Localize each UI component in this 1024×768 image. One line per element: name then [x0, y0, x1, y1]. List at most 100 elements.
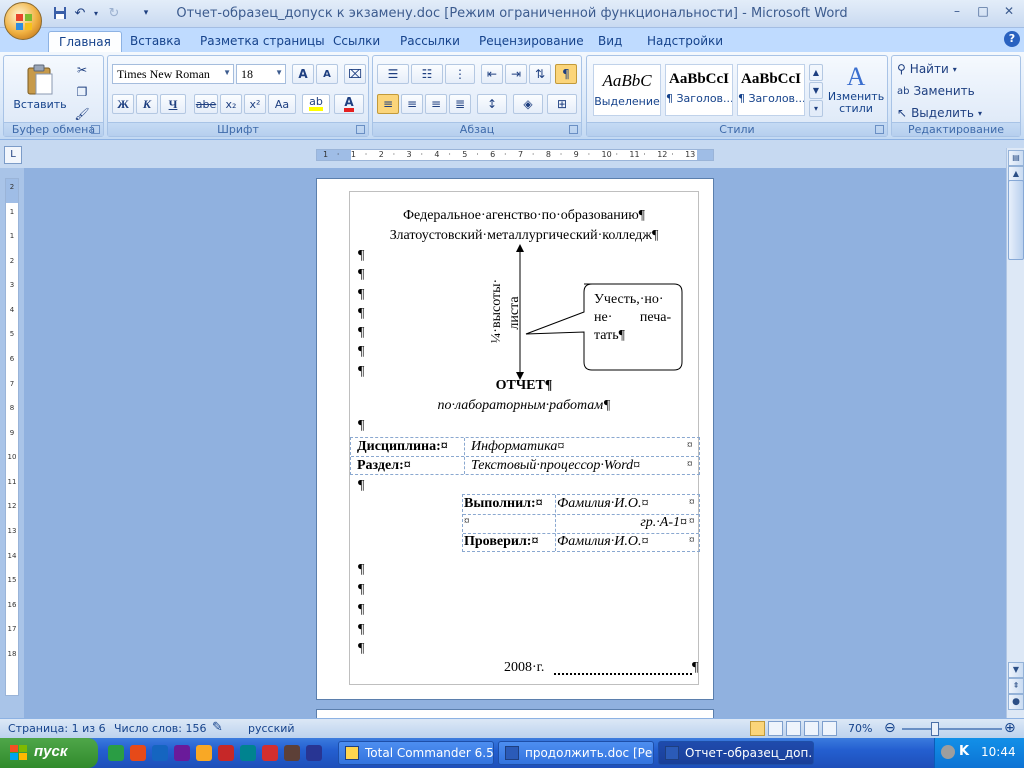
font-color-button[interactable]: A [334, 94, 364, 114]
highlight-color-button[interactable]: ab [302, 94, 330, 114]
clipboard-launcher-icon[interactable] [91, 125, 100, 134]
change-styles-button[interactable]: A Изменить стили [827, 58, 885, 120]
vertical-ruler[interactable]: 2 1 1 2 3 4 5 6 7 8 9 10 11 12 13 14 15 16 17 18 [5, 178, 19, 696]
select-button[interactable]: ↖ Выделить ▾ [896, 103, 1006, 123]
document-page[interactable]: Федеральное·агенство·по·образованию¶ Зла… [316, 178, 714, 700]
quicklaunch-icon[interactable] [196, 745, 212, 761]
zoom-level[interactable]: 70% [848, 722, 872, 735]
replace-button[interactable]: ab Заменить [896, 81, 1006, 101]
quicklaunch-icon[interactable] [306, 745, 322, 761]
horizontal-ruler[interactable]: 1 · 1 · 2 · 3 · 4 · 5 · 6 · 7 · 8 · 9 · 10 · 11 · 12 · 13 [316, 149, 714, 161]
quicklaunch-icon[interactable] [130, 745, 146, 761]
line-spacing-icon[interactable]: ↕ [477, 94, 507, 114]
web-layout-icon[interactable] [786, 721, 801, 736]
proofing-icon[interactable]: ✎ [212, 720, 223, 735]
copy-icon[interactable]: ❐ [72, 82, 92, 102]
tab-page-layout[interactable]: Разметка страницы [190, 31, 335, 52]
print-layout-view-icon[interactable] [750, 721, 765, 736]
italic-button[interactable]: К [136, 94, 158, 114]
vertical-scrollbar[interactable]: ▤ ▲ ▼ ⇞ ● [1006, 148, 1024, 718]
tab-mailings[interactable]: Рассылки [390, 31, 470, 52]
quicklaunch-icon[interactable] [108, 745, 124, 761]
style-emphasis[interactable]: AaBbC Выделение [593, 64, 661, 116]
tab-view[interactable]: Вид [588, 31, 632, 52]
page-indicator[interactable]: Страница: 1 из 6 [8, 722, 106, 735]
draft-view-icon[interactable] [822, 721, 837, 736]
increase-indent-icon[interactable]: ⇥ [505, 64, 527, 84]
font-launcher-icon[interactable] [356, 125, 365, 134]
shading-icon[interactable]: ◈ [513, 94, 543, 114]
help-icon[interactable]: ? [1004, 31, 1020, 47]
bullets-icon[interactable]: ☰ [377, 64, 409, 84]
start-button[interactable]: пуск [0, 738, 98, 768]
align-center-icon[interactable]: ≡ [401, 94, 423, 114]
scroll-down-icon[interactable]: ▼ [1008, 662, 1024, 678]
keyboard-layout-icon[interactable]: K [959, 744, 969, 759]
tab-insert[interactable]: Вставка [120, 31, 191, 52]
numbering-icon[interactable]: ☷ [411, 64, 443, 84]
tab-selector-icon[interactable]: L [4, 146, 22, 164]
strikethrough-button[interactable]: abe [194, 94, 218, 114]
bold-button[interactable]: Ж [112, 94, 134, 114]
quicklaunch-icon[interactable] [284, 745, 300, 761]
full-screen-reading-icon[interactable] [768, 721, 783, 736]
maximize-button[interactable]: □ [971, 4, 995, 22]
quicklaunch-icon[interactable] [152, 745, 168, 761]
show-formatting-button[interactable]: ¶ [555, 64, 577, 84]
styles-launcher-icon[interactable] [875, 125, 884, 134]
outline-view-icon[interactable] [804, 721, 819, 736]
underline-button[interactable]: Ч [160, 94, 186, 114]
find-button[interactable]: ⚲ Найти ▾ [896, 59, 1006, 79]
scrollbar-thumb[interactable] [1008, 180, 1024, 260]
font-name-combo[interactable]: Times New Roman ▼ [112, 64, 234, 84]
align-left-icon[interactable]: ≡ [377, 94, 399, 114]
style-heading-1[interactable]: AaBbCcI ¶ Заголов... [665, 64, 733, 116]
taskbar-window-total-commander[interactable]: Total Commander 6.5... [338, 741, 494, 765]
paragraph-launcher-icon[interactable] [569, 125, 578, 134]
justify-icon[interactable]: ≣ [449, 94, 471, 114]
paste-button[interactable]: Вставить [12, 58, 68, 116]
tray-back-icon[interactable] [941, 745, 955, 759]
quicklaunch-icon[interactable] [174, 745, 190, 761]
borders-icon[interactable]: ⊞ [547, 94, 577, 114]
tab-add-ins[interactable]: Надстройки [637, 31, 733, 52]
clear-formatting-icon[interactable]: ⌧ [344, 64, 366, 84]
previous-page-icon[interactable]: ⇞ [1008, 678, 1024, 694]
style-heading-2[interactable]: AaBbCcI ¶ Заголов... [737, 64, 805, 116]
quicklaunch-icon[interactable] [262, 745, 278, 761]
font-size-dropdown-icon[interactable]: ▼ [275, 68, 283, 77]
discipline-table[interactable]: Дисциплина:¤ Информатика¤ ¤ Раздел:¤ Тек… [350, 437, 700, 475]
clock[interactable]: 10:44 [981, 745, 1016, 759]
cut-icon[interactable]: ✂ [72, 60, 92, 80]
tab-references[interactable]: Ссылки [323, 31, 390, 52]
zoom-slider[interactable] [902, 728, 1002, 730]
taskbar-window-report-doc[interactable]: Отчет-образец_доп... [658, 741, 814, 765]
word-count[interactable]: Число слов: 156 [114, 722, 207, 735]
office-button[interactable] [4, 2, 42, 40]
signature-table[interactable]: Выполнил:¤ Фамилия·И.О.¤ ¤ ¤ гр.·А-1¤ ¤ … [462, 494, 700, 552]
align-right-icon[interactable]: ≡ [425, 94, 447, 114]
shrink-font-button[interactable]: A [316, 64, 338, 84]
browse-object-icon[interactable]: ● [1008, 694, 1024, 710]
quicklaunch-icon[interactable] [218, 745, 234, 761]
font-size-combo[interactable]: 18 ▼ [236, 64, 286, 84]
tab-home[interactable]: Главная [48, 31, 122, 52]
multilevel-list-icon[interactable]: ⋮ [445, 64, 475, 84]
minimize-button[interactable]: – [945, 4, 969, 22]
superscript-button[interactable]: x² [244, 94, 266, 114]
taskbar-window-continue-doc[interactable]: продолжить.doc [Ре... [498, 741, 654, 765]
zoom-slider-thumb[interactable] [931, 722, 940, 736]
close-button[interactable]: ✕ [997, 4, 1021, 22]
sort-icon[interactable]: ⇅ [529, 64, 551, 84]
ruler-toggle-icon[interactable]: ▤ [1008, 150, 1024, 166]
format-painter-icon[interactable]: 🖌 [72, 104, 92, 124]
styles-scroll-up-icon[interactable]: ▲ [809, 64, 823, 81]
language-indicator[interactable]: русский [248, 722, 295, 735]
font-name-dropdown-icon[interactable]: ▼ [223, 68, 231, 77]
quicklaunch-icon[interactable] [240, 745, 256, 761]
decrease-indent-icon[interactable]: ⇤ [481, 64, 503, 84]
subscript-button[interactable]: x₂ [220, 94, 242, 114]
zoom-out-icon[interactable]: ⊖ [884, 720, 896, 736]
styles-scroll-down-icon[interactable]: ▼ [809, 82, 823, 99]
grow-font-button[interactable]: A [292, 64, 314, 84]
